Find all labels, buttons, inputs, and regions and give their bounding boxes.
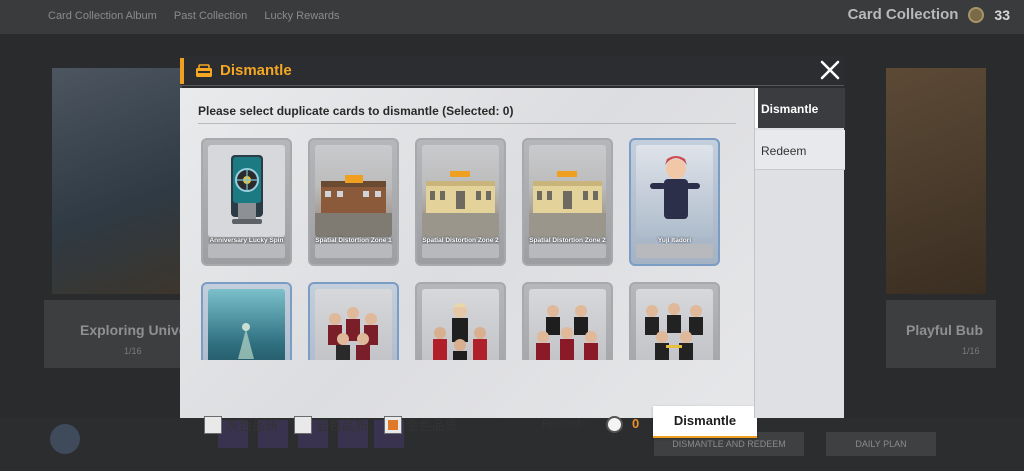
card-footer [636,244,713,258]
card-team-photo[interactable] [308,282,399,360]
breadcrumb-item[interactable]: Lucky Rewards [264,10,339,22]
reward-label: Reward: [542,418,583,430]
filter-label: 金色品质 [406,418,459,433]
card-box-icon [196,64,212,77]
reward-value: 0 [632,416,640,431]
background-album-banner-right: Playful Bub 1/16 [886,300,996,368]
card-spatial-distortion-zone-2[interactable]: Spatial Distortion Zone 2 [522,138,613,266]
breadcrumb: Card Collection Album Past Collection Lu… [48,10,354,22]
tab-redeem[interactable]: Redeem [755,130,845,170]
team-photo-icon [536,305,598,360]
card-label: Spatial Distortion Zone 2 [529,237,606,244]
filter-gold-quality[interactable]: 金色品质 [384,415,458,434]
card-footer [422,244,499,258]
dismantle-button[interactable]: Dismantle [653,406,757,438]
card-team-photo[interactable] [415,282,506,360]
breadcrumb-item[interactable]: Card Collection Album [48,10,157,22]
card-underwater[interactable] [201,282,292,360]
filter-gray-quality[interactable]: 灰色品质 [204,415,278,434]
avatar [50,424,80,454]
card-label: Spatial Distortion Zone 2 [422,237,499,244]
page-title: Card Collection [847,6,959,23]
building-icon [529,171,606,237]
dialog-header: Dismantle [180,56,844,86]
card-art [636,145,713,237]
card-label: Yuji Itadori [657,237,692,244]
team-photo-icon [433,303,487,360]
checkbox-checked[interactable] [384,415,402,434]
card-spatial-distortion-zone-1[interactable]: Spatial Distortion Zone 1 [308,138,399,266]
card-art [208,145,285,237]
card-anniversary-lucky-spin[interactable]: Anniversary Lucky Spin [201,138,292,266]
card-art [529,145,606,237]
header-accent [180,58,184,84]
building-icon [422,171,499,237]
card-team-photo[interactable] [522,282,613,360]
coin-icon [606,416,623,433]
banner-progress: 1/16 [124,346,142,356]
close-icon[interactable] [818,58,842,82]
checkbox[interactable] [294,415,312,434]
team-photo-icon [645,303,703,360]
lucky-spin-icon [231,155,263,224]
character-icon [650,156,700,219]
card-footer [208,244,285,258]
background-album-banner-left: Exploring Univers 1/16 [44,300,200,368]
coin-icon [968,6,985,23]
coin-count: 33 [994,6,1010,23]
background-album-card-left [52,68,182,294]
card-art [315,289,392,360]
background-album-card-right [886,68,986,294]
card-art [422,289,499,360]
banner-title: Playful Bub [906,322,984,338]
background-top-bar: Card Collection Album Past Collection Lu… [0,0,1024,34]
banner-progress: 1/16 [962,346,980,356]
dialog-side-tabs: Dismantle Redeem [754,88,845,418]
building-icon [315,175,392,237]
breadcrumb-item[interactable]: Past Collection [174,10,247,22]
card-team-photo[interactable] [629,282,720,360]
card-spatial-distortion-zone-2[interactable]: Spatial Distortion Zone 2 [415,138,506,266]
tab-dismantle[interactable]: Dismantle [755,88,845,128]
divider [198,123,736,124]
instruction-text: Please select duplicate cards to dismant… [198,104,514,118]
card-label: Anniversary Lucky Spin [209,237,284,244]
dialog-body: Please select duplicate cards to dismant… [180,88,757,438]
card-yuji-itadori[interactable]: Yuji Itadori [629,138,720,266]
underwater-scene-icon [238,323,254,359]
card-art [636,289,713,360]
filter-blue-quality[interactable]: 蓝色品质 [294,415,368,434]
daily-plan-button[interactable]: DAILY PLAN [826,432,936,456]
filter-label: 蓝色品质 [316,418,369,433]
dismantle-footer: 灰色品质 蓝色品质 金色品质 Reward: 0 Dismantle [200,406,757,440]
dialog-title: Dismantle [220,62,292,79]
card-footer [529,244,606,258]
card-art [208,289,285,360]
card-label: Spatial Distortion Zone 1 [315,237,392,244]
team-photo-icon [328,307,378,360]
card-art [422,145,499,237]
card-grid[interactable]: Anniversary Lucky Spin Spatial Distortio… [201,138,741,360]
card-art [315,145,392,237]
card-footer [315,244,392,258]
checkbox[interactable] [204,415,222,434]
dismantle-dialog: Dismantle Please select duplicate cards … [180,56,845,438]
card-art [529,289,606,360]
filter-label: 灰色品质 [226,418,279,433]
